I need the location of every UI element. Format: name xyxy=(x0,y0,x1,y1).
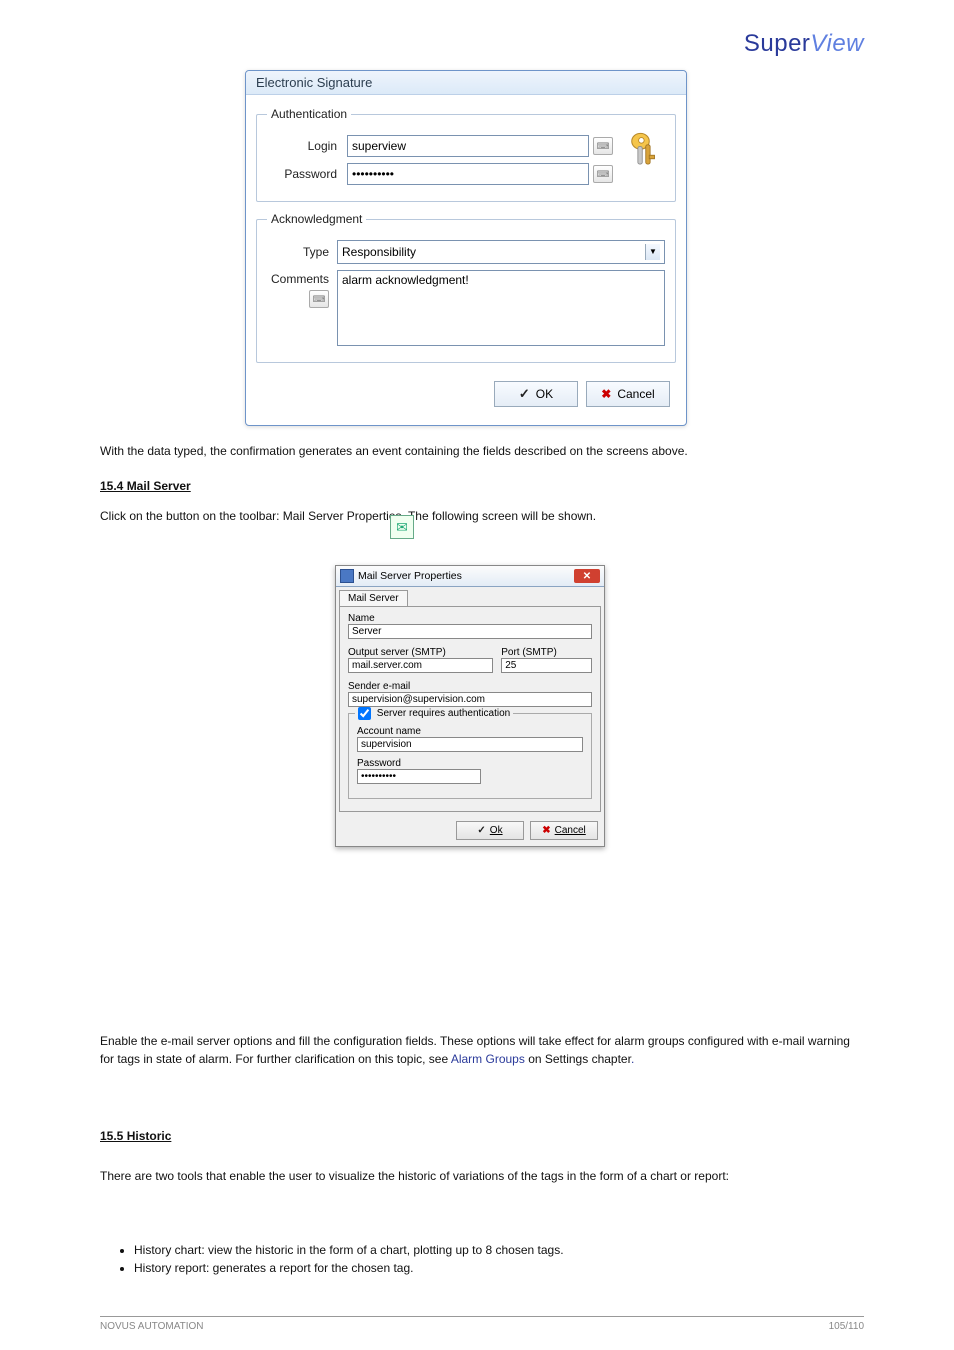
account-input[interactable] xyxy=(357,737,583,752)
type-select[interactable]: Responsibility ▼ xyxy=(337,240,665,264)
mail-server-properties-dialog: Mail Server Properties ✕ Mail Server Nam… xyxy=(335,565,605,847)
paragraph: Click on the button on the toolbar: Mail… xyxy=(100,507,864,525)
sender-input[interactable] xyxy=(348,692,592,707)
ok-button[interactable]: ✓ Ok xyxy=(456,821,524,840)
cancel-button[interactable]: ✖ Cancel xyxy=(586,381,670,407)
check-icon: ✓ xyxy=(477,825,485,836)
close-button[interactable]: ✕ xyxy=(574,569,600,583)
acknowledgment-group: Acknowledgment Type Responsibility ▼ Com… xyxy=(256,212,676,363)
paragraph: Enable the e-mail server options and fil… xyxy=(100,1032,864,1068)
mail-server-toolbar-icon[interactable]: ✉ xyxy=(390,515,414,539)
app-icon xyxy=(340,569,354,583)
dialog-title: Electronic Signature xyxy=(246,71,686,95)
authentication-group: Authentication Login ⌨ Password ⌨ xyxy=(256,107,676,202)
ok-button[interactable]: ✓ OK xyxy=(494,381,578,407)
smtp-label: Output server (SMTP) xyxy=(348,647,493,658)
port-input[interactable] xyxy=(501,658,592,673)
name-label: Name xyxy=(348,613,592,624)
login-label: Login xyxy=(267,139,347,153)
paragraph: There are two tools that enable the user… xyxy=(100,1167,864,1185)
section-heading: 15.5 Historic xyxy=(100,1127,864,1145)
smtp-input[interactable] xyxy=(348,658,493,673)
close-icon: ✖ xyxy=(542,825,550,836)
password-input[interactable] xyxy=(347,163,589,185)
comments-textarea[interactable]: alarm acknowledgment! xyxy=(337,270,665,346)
password-label: Password xyxy=(267,167,347,181)
acknowledgment-legend: Acknowledgment xyxy=(267,212,366,226)
name-input[interactable] xyxy=(348,624,592,639)
keyboard-icon[interactable]: ⌨ xyxy=(593,137,613,155)
authentication-legend: Authentication xyxy=(267,107,351,121)
tab-mail-server[interactable]: Mail Server xyxy=(339,590,408,606)
check-icon: ✓ xyxy=(519,386,530,402)
type-label: Type xyxy=(267,245,337,259)
auth-required-label: Server requires authentication xyxy=(377,708,510,719)
account-label: Account name xyxy=(357,726,583,737)
auth-required-checkbox[interactable] xyxy=(358,707,371,720)
account-password-input[interactable] xyxy=(357,769,481,784)
list-item: History report: generates a report for t… xyxy=(134,1259,864,1277)
electronic-signature-dialog: Electronic Signature Authentication Logi… xyxy=(245,70,687,426)
keyboard-icon[interactable]: ⌨ xyxy=(593,165,613,183)
keyboard-icon[interactable]: ⌨ xyxy=(309,290,329,308)
footer-right: 105/110 xyxy=(829,1321,864,1332)
port-label: Port (SMTP) xyxy=(501,647,592,658)
footer-left: NOVUS AUTOMATION xyxy=(100,1321,204,1332)
login-input[interactable] xyxy=(347,135,589,157)
comments-label: Comments xyxy=(271,272,329,286)
cancel-button[interactable]: ✖ Cancel xyxy=(530,821,598,840)
paragraph: With the data typed, the confirmation ge… xyxy=(100,442,864,460)
type-select-value: Responsibility xyxy=(342,245,416,259)
list-item: History chart: view the historic in the … xyxy=(134,1241,864,1259)
close-icon: ✖ xyxy=(601,387,611,401)
sender-label: Sender e-mail xyxy=(348,681,592,692)
password-label: Password xyxy=(357,758,583,769)
section-heading: 15.4 Mail Server xyxy=(100,477,864,495)
keys-icon xyxy=(623,129,665,171)
dialog-title: Mail Server Properties xyxy=(358,570,462,582)
chevron-down-icon: ▼ xyxy=(645,244,660,260)
brand-logo: SuperView xyxy=(744,30,864,58)
